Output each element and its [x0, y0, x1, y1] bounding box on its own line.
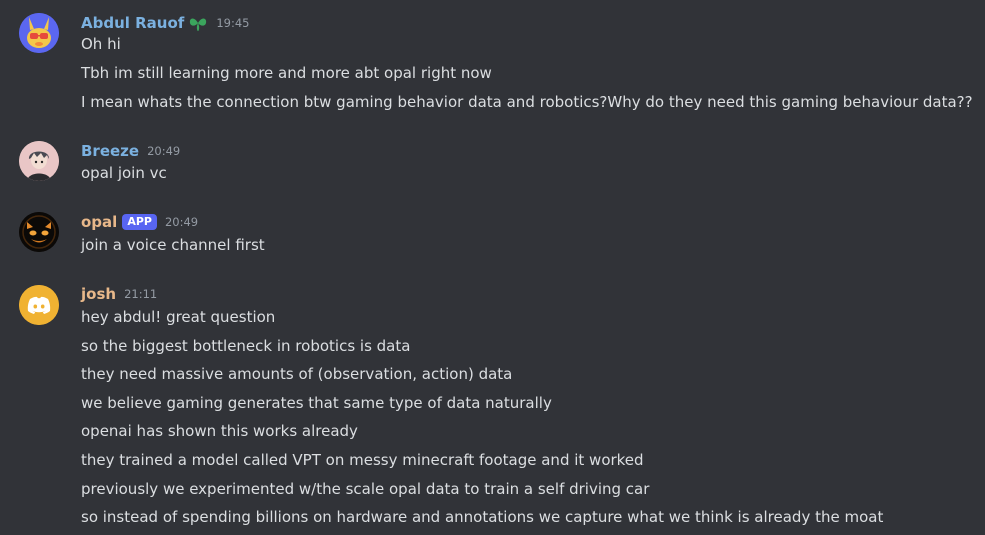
timestamp: 20:49 [164, 215, 199, 229]
message-text: join a voice channel first [81, 236, 265, 254]
message-header: opal APP 20:49 [81, 211, 198, 233]
message-text: previously we experimented w/the scale o… [81, 480, 650, 498]
yellow-bunny-avatar-icon[interactable] [19, 13, 59, 53]
leaf-icon [188, 14, 208, 32]
message-header: Abdul Rauof 19:45 [81, 12, 249, 34]
timestamp: 19:45 [216, 16, 250, 30]
chat-messages: Abdul Rauof 19:45 Oh hi Tbh im still lea… [0, 0, 985, 535]
message-text: so instead of spending billions on hardw… [81, 508, 884, 526]
timestamp: 21:11 [124, 287, 158, 301]
discord-logo-avatar-icon[interactable] [19, 285, 59, 325]
username[interactable]: Breeze [81, 142, 139, 160]
timestamp: 20:49 [147, 144, 181, 158]
message-text: they trained a model called VPT on messy… [81, 451, 644, 469]
message-header: Breeze 20:49 [81, 140, 180, 162]
message-text: Oh hi [81, 35, 121, 53]
glowing-face-avatar-icon[interactable] [19, 212, 59, 252]
username[interactable]: josh [81, 285, 116, 303]
message-header: josh 21:11 [81, 283, 157, 305]
message-text: opal join vc [81, 164, 167, 182]
message-text: openai has shown this works already [81, 422, 358, 440]
username[interactable]: Abdul Rauof [81, 14, 184, 32]
message-text: so the biggest bottleneck in robotics is… [81, 337, 411, 355]
message-text: they need massive amounts of (observatio… [81, 365, 513, 383]
message-text: hey abdul! great question [81, 308, 276, 326]
anime-boy-avatar-icon[interactable] [19, 141, 59, 181]
message-text: we believe gaming generates that same ty… [81, 394, 552, 412]
message-text: Tbh im still learning more and more abt … [81, 64, 492, 82]
message-text: I mean whats the connection btw gaming b… [81, 93, 973, 111]
app-badge: APP [122, 214, 157, 230]
username[interactable]: opal [81, 213, 117, 231]
